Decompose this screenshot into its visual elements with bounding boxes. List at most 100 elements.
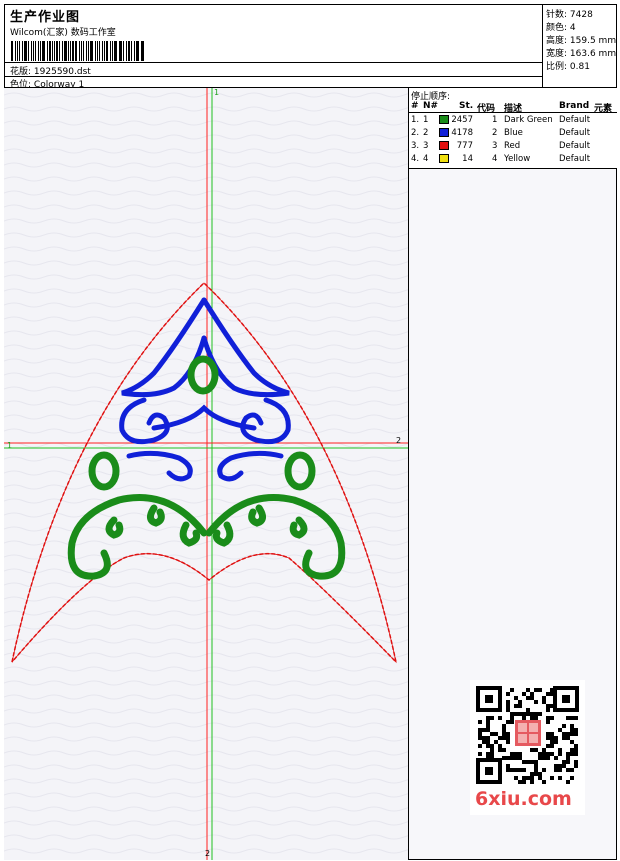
- barcode-bar: [85, 41, 88, 61]
- stat-width: 宽度: 163.6 mm: [546, 49, 617, 59]
- qr-module: [570, 728, 574, 732]
- design-stats: 针数: 7428 颜色: 4 高度: 159.5 mm 宽度: 163.6 mm…: [542, 5, 618, 89]
- row-index: 3.: [411, 141, 420, 151]
- qr-module: [518, 712, 522, 716]
- qr-module: [486, 716, 490, 720]
- qr-module: [566, 780, 570, 784]
- stop-table-row[interactable]: 1. 1 2457 1 Dark Green Default: [409, 115, 617, 128]
- qr-module: [542, 768, 546, 772]
- qr-module: [574, 752, 578, 756]
- qr-module: [498, 736, 502, 740]
- qr-module: [558, 728, 562, 732]
- qr-module: [478, 732, 482, 736]
- qr-module: [506, 768, 510, 772]
- qr-module: [514, 768, 518, 772]
- qr-module: [558, 752, 562, 756]
- barcode-bar: [111, 41, 113, 61]
- stop-table-row[interactable]: 2. 2 4178 2 Blue Default: [409, 128, 617, 141]
- qr-module: [554, 764, 558, 768]
- qr-module: [502, 724, 506, 728]
- qr-module: [518, 768, 522, 772]
- qr-module: [538, 756, 542, 760]
- qr-module: [530, 776, 534, 780]
- guide-label-right: 2: [396, 436, 401, 445]
- qr-module: [558, 768, 562, 772]
- qr-module: [566, 760, 570, 764]
- qr-module: [550, 740, 554, 744]
- row-desc: Yellow: [504, 154, 531, 164]
- row-needle: 4: [423, 154, 429, 164]
- stop-sequence-panel: 停止顺序: # N# St. 代码 描述 Brand 元素 1. 1 2457 1 Da…: [409, 88, 617, 169]
- row-index: 4.: [411, 154, 420, 164]
- qr-module: [550, 736, 554, 740]
- stop-table-header: # N# St. 代码 描述 Brand 元素: [409, 101, 617, 114]
- color-swatch: [439, 128, 449, 137]
- qr-module: [534, 688, 538, 692]
- barcode-bar: [11, 41, 13, 61]
- row-needle: 1: [423, 115, 429, 125]
- qr-module: [510, 688, 514, 692]
- sheet-title: 生产作业图: [10, 10, 81, 25]
- qr-module: [570, 752, 574, 756]
- barcode-bar: [27, 41, 29, 61]
- qr-module: [546, 752, 550, 756]
- row-brand: Default: [559, 141, 591, 151]
- barcode-bar: [106, 41, 109, 61]
- qr-module: [530, 772, 534, 776]
- col-stitches: St.: [459, 101, 474, 111]
- qr-module: [558, 776, 562, 780]
- qr-module: [522, 716, 526, 720]
- barcode-bar: [80, 41, 82, 61]
- qr-module: [522, 692, 526, 696]
- qr-module: [538, 776, 542, 780]
- sheet-header: 生产作业图 Wilcom(汇家) 数码工作室 花版: 1925590.dst 色…: [4, 4, 618, 90]
- qr-module: [534, 760, 538, 764]
- barcode-bar: [18, 41, 21, 61]
- qr-module: [506, 700, 510, 704]
- qr-module: [546, 720, 550, 724]
- qr-module: [490, 744, 494, 748]
- qr-module: [534, 748, 538, 752]
- barcode-bar: [126, 41, 127, 61]
- qr-module: [570, 768, 574, 772]
- col-brand: Brand: [559, 101, 590, 111]
- col-index: #: [411, 101, 419, 111]
- row-code: 3: [492, 141, 498, 151]
- barcode-bar: [22, 41, 24, 61]
- design-canvas[interactable]: 1 2 1 2: [4, 88, 409, 860]
- barcode-bar: [120, 41, 123, 61]
- barcode-bar: [141, 41, 144, 61]
- qr-module: [522, 760, 526, 764]
- qr-module: [570, 732, 574, 736]
- qr-module: [526, 688, 530, 692]
- row-brand: Default: [559, 154, 591, 164]
- barcode-bar: [130, 41, 132, 61]
- stop-table-row[interactable]: 3. 3 777 3 Red Default: [409, 141, 617, 154]
- qr-module: [574, 748, 578, 752]
- qr-module: [518, 756, 522, 760]
- row-stitches: 4178: [451, 128, 473, 138]
- header-divider: [5, 62, 542, 63]
- barcode-bar: [38, 41, 40, 61]
- qr-module: [546, 692, 550, 696]
- qr-module: [514, 776, 518, 780]
- qr-module: [510, 720, 514, 724]
- qr-module: [574, 732, 578, 736]
- qr-module: [570, 748, 574, 752]
- qr-module: [510, 716, 514, 720]
- qr-module: [530, 692, 534, 696]
- qr-module: [486, 752, 490, 756]
- stop-table-row[interactable]: 4. 4 14 4 Yellow Default: [409, 154, 617, 167]
- barcode-bar: [72, 41, 75, 61]
- qr-module: [506, 740, 510, 744]
- qr-module: [506, 756, 510, 760]
- barcode-bar: [118, 41, 120, 61]
- qr-module: [514, 752, 518, 756]
- row-desc: Red: [504, 141, 521, 151]
- qr-module: [514, 696, 518, 700]
- qr-module: [518, 704, 522, 708]
- qr-module: [514, 756, 518, 760]
- row-stitches: 14: [462, 154, 473, 164]
- qr-module: [550, 732, 554, 736]
- barcode-bar: [51, 41, 53, 61]
